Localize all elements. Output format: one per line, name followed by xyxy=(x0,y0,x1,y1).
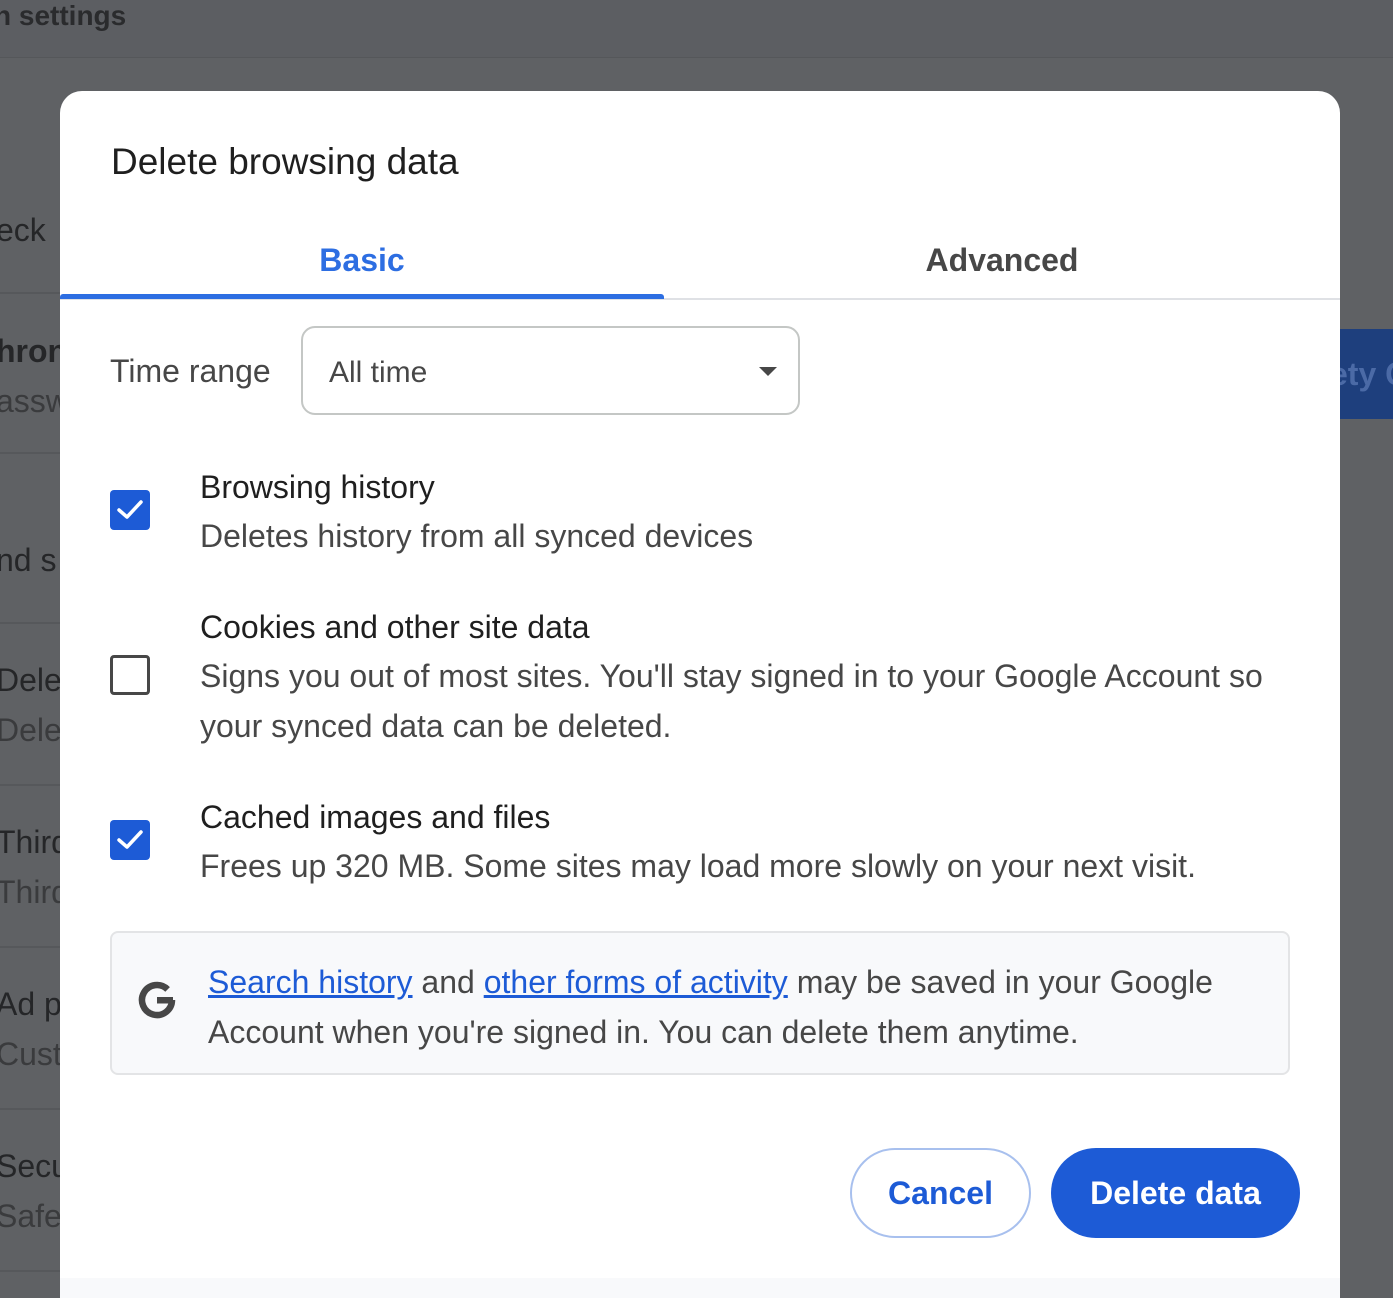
cached-images-description: Frees up 320 MB. Some sites may load mor… xyxy=(200,848,1196,884)
bg-row-title: Ad p xyxy=(0,986,62,1022)
bg-row-title: nd s xyxy=(0,542,57,578)
tab-advanced-label: Advanced xyxy=(925,241,1079,278)
bg-row-subtitle: Safe xyxy=(0,1198,62,1234)
bg-divider xyxy=(0,622,60,624)
settings-header-title: n settings xyxy=(0,0,127,31)
search-history-link[interactable]: Search history xyxy=(208,964,413,1000)
bg-divider xyxy=(0,292,60,294)
tab-bar: Basic Advanced xyxy=(60,221,1340,300)
bg-divider xyxy=(0,1108,60,1110)
bg-row-subtitle: assw xyxy=(0,383,69,419)
tab-active-indicator xyxy=(60,294,664,299)
tab-basic[interactable]: Basic xyxy=(60,221,664,299)
bg-row-title: eck xyxy=(0,212,46,248)
settings-header: n settings xyxy=(0,0,1393,58)
checkmark-icon xyxy=(117,830,143,849)
time-range-dropdown[interactable]: All time xyxy=(301,326,800,415)
other-activity-link[interactable]: other forms of activity xyxy=(484,964,788,1000)
bg-row-title: hron xyxy=(0,333,68,369)
cancel-button[interactable]: Cancel xyxy=(850,1148,1031,1238)
cookies-title: Cookies and other site data xyxy=(200,609,590,645)
cached-images-title: Cached images and files xyxy=(200,799,551,835)
bg-row-title: Secu xyxy=(0,1148,69,1184)
notice-text-part: and xyxy=(412,964,484,1000)
browsing-history-title: Browsing history xyxy=(200,469,435,505)
notice-text: Search history and other forms of activi… xyxy=(208,957,1268,1057)
cancel-button-label: Cancel xyxy=(888,1174,993,1211)
bg-row-title: Third xyxy=(0,824,69,860)
cookies-checkbox[interactable] xyxy=(110,655,150,695)
cached-images-checkbox[interactable] xyxy=(110,820,150,860)
tab-basic-label: Basic xyxy=(319,241,405,278)
bg-divider xyxy=(0,784,60,786)
google-g-icon xyxy=(138,981,176,1019)
cookies-description: Signs you out of most sites. You'll stay… xyxy=(200,658,1263,744)
browsing-history-checkbox[interactable] xyxy=(110,490,150,530)
dialog-footer xyxy=(60,1278,1340,1298)
delete-data-button-label: Delete data xyxy=(1090,1174,1261,1211)
delete-browsing-data-dialog: Delete browsing data Basic Advanced Time… xyxy=(60,91,1340,1298)
delete-data-button[interactable]: Delete data xyxy=(1051,1148,1300,1238)
bg-divider xyxy=(0,946,60,948)
browsing-history-description: Deletes history from all synced devices xyxy=(200,518,754,554)
tab-advanced[interactable]: Advanced xyxy=(700,221,1304,299)
checkmark-icon xyxy=(117,500,143,519)
google-activity-notice: Search history and other forms of activi… xyxy=(110,931,1290,1075)
bg-row-subtitle: Third xyxy=(0,874,69,910)
dropdown-arrow-icon xyxy=(759,367,777,376)
bg-divider xyxy=(0,1270,60,1272)
time-range-label: Time range xyxy=(110,353,271,389)
dialog-title: Delete browsing data xyxy=(111,141,459,182)
time-range-value: All time xyxy=(329,356,428,389)
bg-divider xyxy=(0,452,60,454)
